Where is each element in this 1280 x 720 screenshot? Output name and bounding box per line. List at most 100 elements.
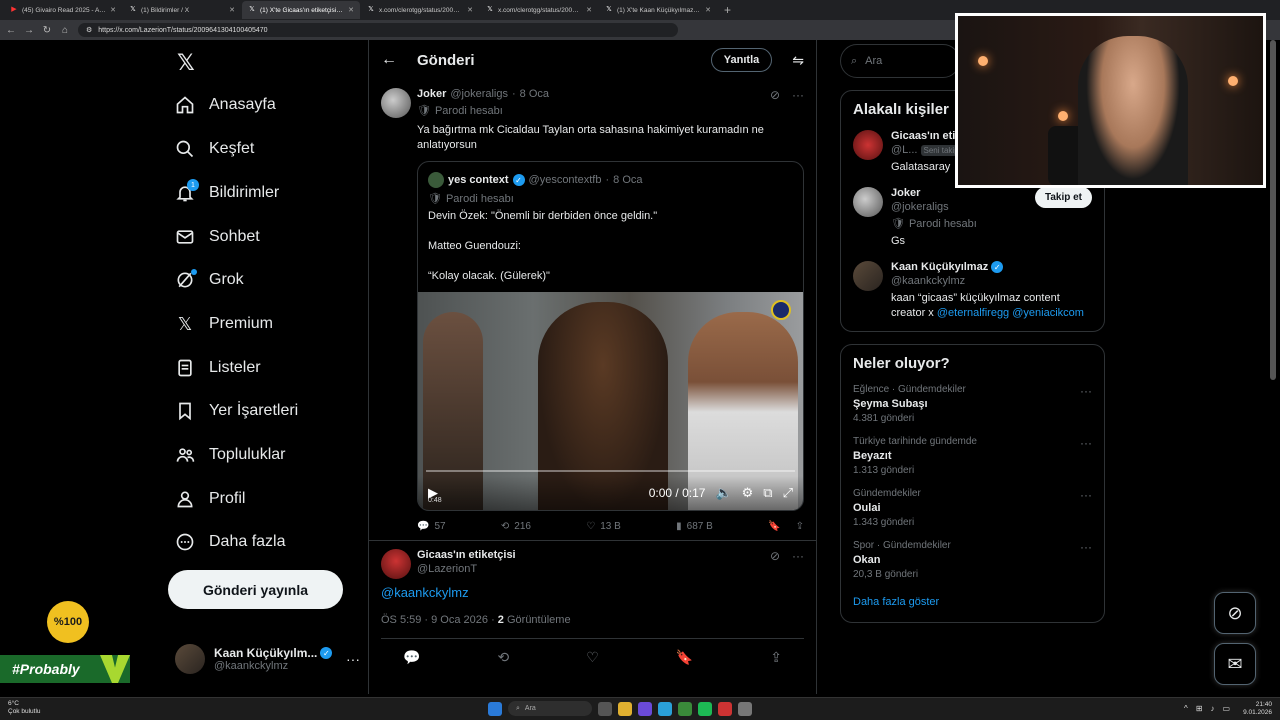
url-field[interactable]: ⚙ https://x.com/LazerionT/status/20096413…	[78, 23, 678, 37]
close-icon[interactable]: ✕	[348, 6, 354, 14]
taskbar-search[interactable]: ⌕ Ara	[508, 701, 592, 716]
mention-link[interactable]: @eternalfiregg	[937, 307, 1009, 319]
tweet-date[interactable]: 8 Oca	[520, 88, 549, 100]
grok-icon[interactable]: ⊘	[770, 549, 780, 563]
nav-item-lists[interactable]: Listeler	[175, 353, 261, 383]
nav-item-more[interactable]: Daha fazla	[175, 527, 286, 557]
account-switcher[interactable]: Kaan Küçükyılm... ✓ @kaankckylmz ···	[175, 644, 360, 674]
repost-action[interactable]: ⟲ 216	[501, 521, 531, 532]
nav-item-notifications[interactable]: 1 Bildirimler	[175, 178, 279, 208]
pip-icon[interactable]: ⧉	[763, 485, 772, 501]
close-icon[interactable]: ✕	[229, 6, 235, 14]
like-action[interactable]: ♡ 13 B	[586, 521, 621, 532]
reply-author-name[interactable]: Gicaas'ın etiketçisi	[417, 549, 804, 561]
nav-item-grok[interactable]: Grok	[175, 265, 244, 295]
grok-fab-button[interactable]: ⊘	[1214, 592, 1256, 634]
browser-tab[interactable]: 𝕏 (1) Bildirimler / X ✕	[123, 1, 241, 19]
close-icon[interactable]: ✕	[586, 6, 592, 14]
nav-item-chat[interactable]: Sohbet	[175, 222, 260, 252]
tweet-author-name[interactable]: Joker	[417, 88, 446, 100]
windows-start-icon[interactable]	[488, 701, 502, 716]
obs-icon[interactable]	[718, 701, 732, 716]
browser-tab[interactable]: ▶(45) Givairo Read 2025 - Amazing✕	[4, 1, 122, 19]
trend-item[interactable]: Türkiye tarihinde gündemde Beyazıt 1.313…	[853, 436, 1092, 476]
share-icon[interactable]: ⇪	[796, 521, 804, 532]
trend-item[interactable]: Eğlence · Gündemdekiler Şeyma Subaşı 4.3…	[853, 384, 1092, 424]
browser-tab[interactable]: 𝕏x.com/clerotgg/status/200964561✕	[480, 1, 598, 19]
discord-icon[interactable]	[638, 701, 652, 716]
reply-author-handle[interactable]: @LazerionT	[417, 563, 804, 575]
back-arrow-icon[interactable]: ←	[381, 51, 397, 69]
avatar[interactable]	[381, 88, 411, 118]
views-action[interactable]: ▮ 687 B	[676, 521, 713, 532]
edge-icon[interactable]	[658, 701, 672, 716]
volume-icon[interactable]: 🔈	[715, 485, 731, 501]
more-icon[interactable]: ···	[1080, 540, 1092, 554]
tweet[interactable]: ⊘ ··· Joker @jokeraligs · 8 Oca 🛡 Parodi …	[369, 80, 816, 540]
bookmark-icon[interactable]: 🔖	[676, 649, 693, 666]
browser-tab-active[interactable]: 𝕏(1) X'te Gicaas'ın etiketçisi: "@joke✕	[242, 1, 360, 19]
volume-icon[interactable]: ♪	[1210, 704, 1214, 713]
close-icon[interactable]: ✕	[705, 6, 711, 14]
file-explorer-icon[interactable]	[618, 701, 632, 716]
reply-icon[interactable]: 💬	[403, 649, 420, 666]
more-icon[interactable]: ···	[1080, 488, 1092, 502]
browser-tab[interactable]: 𝕏x.com/clerotgg/status/200964557✕	[361, 1, 479, 19]
follow-button[interactable]: Takip et	[1034, 187, 1092, 208]
reply-action[interactable]: 💬 57	[417, 521, 446, 532]
site-info-icon[interactable]: ⚙	[86, 26, 92, 34]
home-icon[interactable]: ⌂	[60, 25, 70, 36]
fullscreen-icon[interactable]: ⤢	[783, 485, 793, 501]
more-icon[interactable]: ···	[346, 651, 360, 667]
grok-icon[interactable]: ⊘	[770, 88, 780, 102]
nav-item-bookmarks[interactable]: Yer İşaretleri	[175, 396, 298, 426]
share-icon[interactable]: ⇪	[770, 649, 782, 666]
tweet-author-handle[interactable]: @jokeraligs	[450, 88, 508, 100]
quoted-tweet[interactable]: yes context ✓ @yescontextfb · 8 Oca 🛡 Par…	[417, 161, 804, 511]
more-icon[interactable]: ···	[1080, 384, 1092, 398]
video-progress-bar[interactable]	[426, 470, 795, 472]
avatar[interactable]	[381, 549, 411, 579]
settings-icon[interactable]: ⚙	[742, 485, 754, 501]
more-icon[interactable]: ···	[792, 549, 804, 563]
mention-link[interactable]: @yeniacikcom	[1012, 307, 1084, 319]
heart-icon[interactable]: ♡	[586, 649, 599, 666]
nav-item-profile[interactable]: Profil	[175, 484, 245, 514]
close-icon[interactable]: ✕	[110, 6, 116, 14]
repost-icon[interactable]: ⟲	[497, 649, 509, 666]
person-card[interactable]: Joker @jokeraligs 🛡 Parodi hesabı Gs Taki…	[853, 187, 1092, 249]
settings-icon[interactable]	[738, 701, 752, 716]
network-icon[interactable]: ⊞	[1196, 704, 1203, 713]
post-button[interactable]: Gönderi yayınla	[168, 570, 343, 609]
video-player[interactable]: ▶ 0:00 / 0:17 🔈 ⚙ ⧉ ⤢ 0:48	[418, 292, 803, 510]
clock[interactable]: 21:40 9.01.2026	[1243, 701, 1272, 717]
trend-item[interactable]: Gündemdekiler Oulai 1.343 gönderi ···	[853, 488, 1092, 528]
chevron-up-icon[interactable]: ^	[1184, 704, 1188, 713]
reload-icon[interactable]: ↻	[42, 25, 52, 36]
close-icon[interactable]: ✕	[467, 6, 473, 14]
search-input[interactable]: ⌕ Ara	[840, 44, 960, 78]
back-icon[interactable]: ←	[6, 25, 16, 36]
new-tab-button[interactable]: +	[718, 3, 737, 17]
show-more-link[interactable]: Daha fazla göster	[853, 596, 1092, 608]
trend-item[interactable]: Spor · Gündemdekiler Okan 20,3 B gönderi…	[853, 540, 1092, 580]
more-icon[interactable]: ···	[1080, 436, 1092, 450]
nav-item-premium[interactable]: 𝕏 Premium	[175, 309, 273, 339]
task-view-icon[interactable]	[598, 701, 612, 716]
x-logo-icon[interactable]: 𝕏	[177, 50, 195, 76]
forward-icon[interactable]: →	[24, 25, 34, 36]
person-card[interactable]: Kaan Küçükyılmaz ✓ @kaankckylmz kaan “gic…	[853, 261, 1092, 321]
weather-widget[interactable]: 6°C Çok bulutlu	[8, 700, 41, 716]
nav-item-communities[interactable]: Topluluklar	[175, 440, 285, 470]
battery-icon[interactable]: ▭	[1222, 704, 1230, 713]
scrollbar[interactable]	[1270, 40, 1276, 380]
more-icon[interactable]: ···	[792, 88, 804, 102]
nav-item-home[interactable]: Anasayfa	[175, 90, 276, 120]
bookmark-icon[interactable]: 🔖	[768, 521, 780, 532]
browser-tab[interactable]: 𝕏(1) X'te Kaan Küçükyılmaz: "Hasta✕	[599, 1, 717, 19]
messages-fab-button[interactable]: ✉	[1214, 643, 1256, 685]
nav-item-explore[interactable]: Keşfet	[175, 134, 254, 164]
mention-link[interactable]: @kaankckylmz	[381, 585, 804, 600]
spotify-icon[interactable]	[698, 701, 712, 716]
reply-button[interactable]: Yanıtla	[710, 48, 773, 72]
